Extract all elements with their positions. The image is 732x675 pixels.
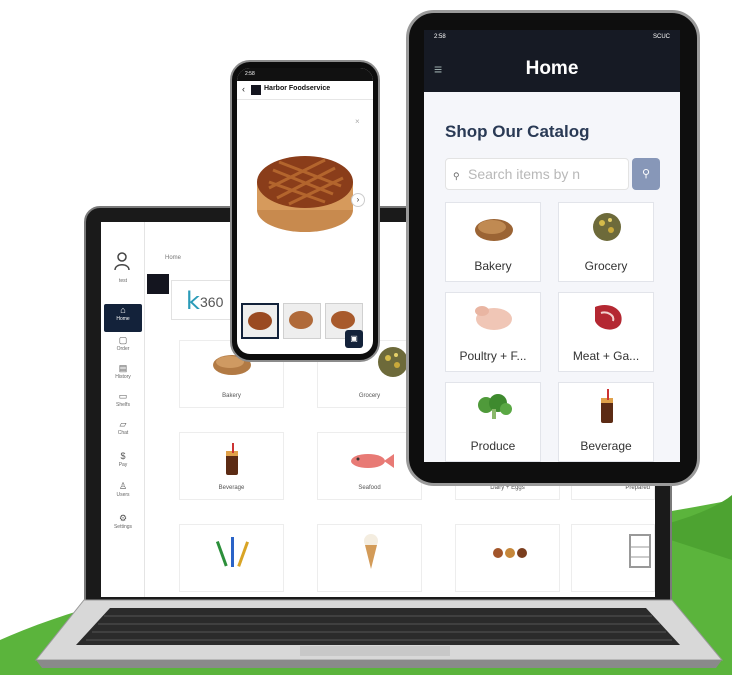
category-card-bakery[interactable]: Bakery [445,202,541,282]
status-time: 2:58 [245,71,255,77]
category-label: Beverage [580,439,632,453]
search-button[interactable]: ⚲ [632,158,660,190]
phone-status-bar: 2:58 [237,68,373,81]
thumbnail-1[interactable] [241,303,279,339]
phone-header: ‹ Harbor Foodservice [237,81,373,100]
category-card-beverage[interactable]: Beverage [558,382,654,462]
category-label: Meat + Ga... [572,349,640,363]
broccoli-icon [478,394,512,419]
chicken-icon [475,306,512,330]
category-card-poultry[interactable]: Poultry + F... [445,292,541,372]
close-icon[interactable]: × [355,117,360,126]
pie-product-image [257,156,353,232]
phone-title: Harbor Foodservice [264,85,331,92]
category-label: Produce [470,439,516,453]
phone-screen: 2:58 ‹ Harbor Foodservice × › ▣ [237,68,373,354]
brand-logo [251,85,261,95]
category-card-grocery[interactable]: Grocery [558,202,654,282]
back-icon[interactable]: ‹ [242,84,245,94]
steak-icon [595,304,622,330]
category-card-meat[interactable]: Meat + Ga... [558,292,654,372]
next-image-button[interactable]: › [351,193,365,207]
tablet-screen: 2:58 SCUC ≡ Home Shop Our Catalog ⚲ Sear… [424,30,680,462]
tablet-status-bar: 2:58 SCUC [424,30,680,46]
category-label: Grocery [584,259,628,273]
category-label: Bakery [474,259,512,273]
grains-icon [593,213,621,241]
catalog-heading: Shop Our Catalog [445,122,590,141]
search-icon: ⚲ [453,171,460,181]
thumbnail-2[interactable] [283,303,321,339]
page-title: Home [525,58,579,79]
soda-cup-icon [601,389,613,423]
bread-icon [475,219,513,241]
category-label: Poultry + F... [459,349,527,363]
tablet-header: ≡ Home [424,46,680,92]
cart-icon[interactable]: ▣ [345,330,363,348]
search-placeholder: Search items by n [468,166,581,182]
category-card-produce[interactable]: Produce [445,382,541,462]
status-carrier: SCUC [652,34,670,40]
status-time: 2:58 [434,34,446,40]
search-input[interactable]: ⚲ Search items by n [445,158,629,190]
